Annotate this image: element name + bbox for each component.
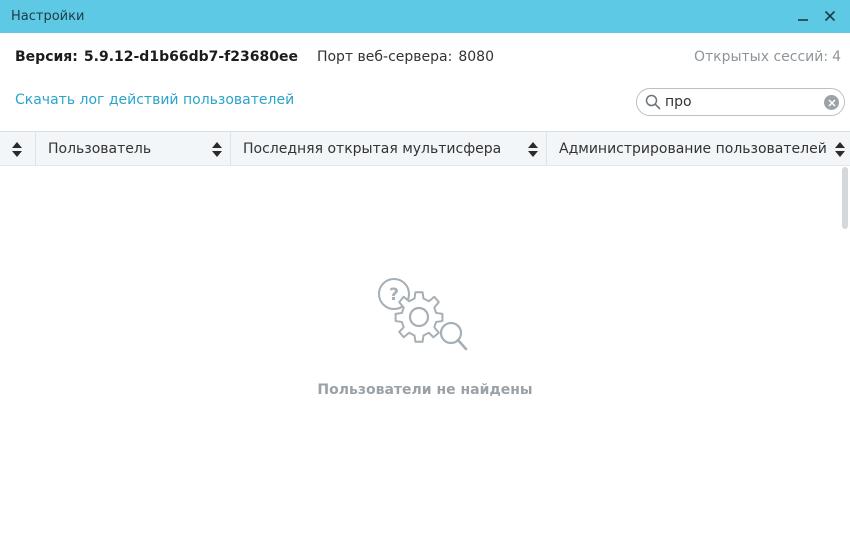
column-select[interactable] [0,132,36,166]
sessions-count: 4 [832,49,841,65]
column-user-admin-label: Администрирование пользователей [559,141,827,157]
users-table-header: Пользователь Последняя открытая мультисф… [0,131,850,166]
column-user-admin[interactable]: Администрирование пользователей [547,132,850,166]
window-title: Настройки [11,9,85,24]
search-input[interactable] [665,92,815,112]
svg-text:?: ? [389,285,399,305]
port-value: 8080 [458,49,494,65]
column-user[interactable]: Пользователь [36,132,231,166]
sort-icon [212,142,222,157]
column-last-multisphere[interactable]: Последняя открытая мультисфера [231,132,547,166]
gear-question-search-icon: ? [378,278,468,351]
scrollbar-thumb[interactable] [842,167,848,229]
empty-state-message: Пользователи не найдены [317,382,533,398]
search-icon [645,94,661,110]
clear-icon [827,98,836,107]
open-sessions: Открытых сессий: 4 [694,47,841,67]
clear-search-button[interactable] [824,95,839,110]
server-info: Версия: 5.9.12-d1b66db7-f23680ee Порт ве… [15,47,494,67]
close-button[interactable] [820,5,840,27]
search-box [636,88,845,116]
title-bar: Настройки [0,0,850,33]
sort-icon [12,142,22,157]
column-user-label: Пользователь [48,141,152,157]
minimize-icon [798,19,808,21]
sort-icon [835,142,845,157]
close-icon [824,10,836,22]
version-label: Версия: [15,49,78,65]
minimize-button[interactable] [793,5,813,27]
settings-window: Настройки Версия: 5.9.12-d1b66db7-f23680… [0,0,850,545]
column-last-multisphere-label: Последняя открытая мультисфера [243,141,502,157]
port-label: Порт веб-сервера: [316,49,453,65]
sessions-label: Открытых сессий: [693,49,829,65]
sort-icon [528,142,538,157]
download-log-link[interactable]: Скачать лог действий пользователей [15,92,294,108]
version-value: 5.9.12-d1b66db7-f23680ee [83,49,298,65]
